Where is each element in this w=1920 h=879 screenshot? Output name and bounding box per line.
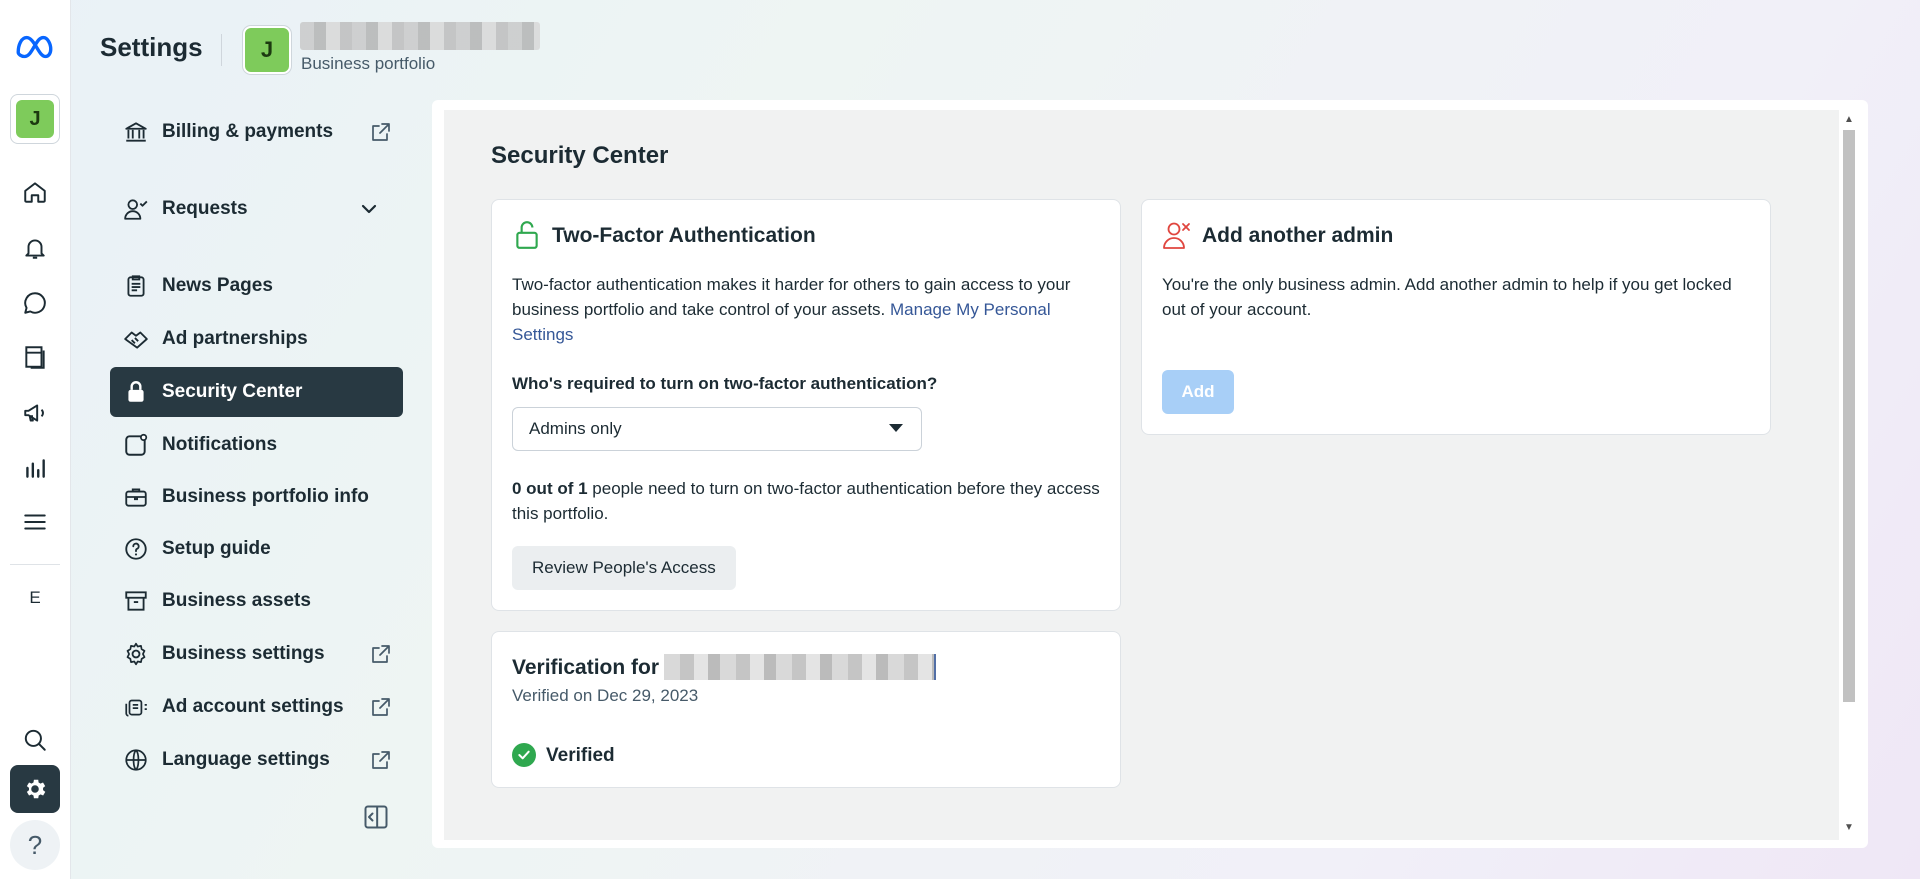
add-admin-button[interactable]: Add — [1162, 370, 1234, 414]
two-factor-card: Two-Factor Authentication Two-factor aut… — [491, 199, 1121, 611]
portfolio-avatar[interactable]: J — [243, 26, 291, 74]
nav-label: Business portfolio info — [162, 486, 369, 507]
left-rail: J E ? — [0, 0, 71, 879]
two-factor-question: Who's required to turn on two-factor aut… — [512, 374, 938, 393]
handshake-icon — [122, 325, 150, 353]
bell-icon[interactable] — [10, 224, 60, 272]
unlock-icon — [516, 221, 538, 249]
bar-chart-icon[interactable] — [10, 444, 60, 492]
scrollbar-thumb[interactable] — [1843, 130, 1855, 702]
external-link-icon — [372, 751, 390, 769]
person-remove-icon — [1163, 222, 1190, 249]
scroll-down-arrow-icon[interactable]: ▼ — [1843, 822, 1855, 834]
nav-billing-payments[interactable]: Billing & payments — [110, 107, 403, 157]
menu-icon[interactable] — [10, 498, 60, 546]
collapse-sidebar-icon[interactable] — [362, 803, 390, 831]
pages-icon[interactable] — [10, 333, 60, 381]
verification-card: Verification for Verified on Dec 29, 202… — [491, 631, 1121, 788]
nav-ad-account-settings[interactable]: Ad account settings — [110, 682, 403, 732]
page-title: Security Center — [491, 142, 669, 169]
home-icon[interactable] — [10, 168, 60, 216]
nav-label: Notifications — [162, 434, 278, 455]
review-peoples-access-button[interactable]: Review People's Access — [512, 546, 736, 590]
two-factor-status: 0 out of 1 people need to turn on two-fa… — [512, 476, 1104, 526]
rail-portfolio-avatar[interactable]: J — [10, 94, 60, 144]
add-admin-title: Add another admin — [1202, 224, 1394, 247]
nav-language-settings[interactable]: Language settings — [110, 735, 403, 785]
add-admin-card: Add another admin You're the only busine… — [1141, 199, 1771, 435]
gear-icon[interactable] — [10, 765, 60, 813]
nav-setup-guide[interactable]: Setup guide — [110, 524, 403, 574]
nav-label: Ad partnerships — [162, 328, 308, 349]
gear-icon — [122, 640, 150, 668]
external-link-icon — [372, 123, 390, 141]
megaphone-icon[interactable] — [10, 389, 60, 437]
header-divider — [221, 34, 222, 66]
help-icon[interactable]: ? — [10, 820, 60, 870]
status-text: people need to turn on two-factor authen… — [512, 479, 1100, 523]
notification-square-icon — [122, 431, 150, 459]
nav-label: Setup guide — [162, 538, 271, 559]
rail-divider — [10, 564, 60, 565]
bank-icon — [122, 118, 150, 146]
two-factor-requirement-select[interactable]: Admins only — [512, 407, 922, 451]
nav-label: Language settings — [162, 749, 330, 770]
globe-icon — [122, 746, 150, 774]
external-link-icon — [372, 698, 390, 716]
nav-business-settings[interactable]: Business settings — [110, 629, 403, 679]
archive-box-icon — [122, 587, 150, 615]
ad-account-icon — [122, 693, 150, 721]
portfolio-subtitle: Business portfolio — [301, 54, 436, 73]
lock-icon — [122, 378, 150, 406]
clipboard-icon — [122, 272, 150, 300]
selected-option: Admins only — [529, 419, 622, 438]
briefcase-icon — [122, 483, 150, 511]
rail-account-e[interactable]: E — [10, 580, 60, 616]
nav-requests[interactable]: Requests — [110, 184, 403, 234]
verification-name-redacted — [664, 654, 936, 680]
meta-logo-icon[interactable] — [10, 22, 60, 70]
person-check-icon — [122, 195, 150, 223]
nav-label: Billing & payments — [162, 121, 334, 142]
nav-security-center[interactable]: Security Center — [110, 367, 403, 417]
rail-avatar-letter: J — [16, 100, 54, 138]
two-factor-title: Two-Factor Authentication — [552, 224, 816, 247]
nav-notifications[interactable]: Notifications — [110, 420, 403, 470]
search-icon[interactable] — [10, 716, 60, 764]
nav-news-pages[interactable]: News Pages — [110, 261, 403, 311]
portfolio-name-redacted — [300, 22, 540, 50]
nav-label: Business settings — [162, 643, 325, 664]
verification-title: Verification for — [512, 656, 660, 679]
status-count: 0 out of 1 — [512, 479, 588, 498]
chevron-down-icon — [361, 204, 377, 214]
check-circle-icon — [512, 743, 536, 767]
verified-status: Verified — [546, 745, 615, 766]
nav-label: Ad account settings — [162, 696, 344, 717]
chat-bubble-icon[interactable] — [10, 279, 60, 327]
nav-label: Business assets — [162, 590, 311, 611]
question-circle-icon — [122, 535, 150, 563]
nav-label: Security Center — [162, 381, 303, 402]
scroll-up-arrow-icon[interactable]: ▲ — [1843, 114, 1855, 126]
verification-date: Verified on Dec 29, 2023 — [512, 686, 699, 705]
nav-label: Requests — [162, 198, 248, 219]
two-factor-description: Two-factor authentication makes it harde… — [512, 272, 1104, 347]
nav-business-portfolio-info[interactable]: Business portfolio info — [110, 472, 403, 522]
nav-business-assets[interactable]: Business assets — [110, 576, 403, 626]
nav-label: News Pages — [162, 275, 273, 296]
caret-down-icon — [889, 424, 903, 432]
external-link-icon — [372, 645, 390, 663]
nav-ad-partnerships[interactable]: Ad partnerships — [110, 314, 403, 364]
add-admin-description: You're the only business admin. Add anot… — [1162, 275, 1732, 319]
page-header-title: Settings — [100, 32, 203, 62]
